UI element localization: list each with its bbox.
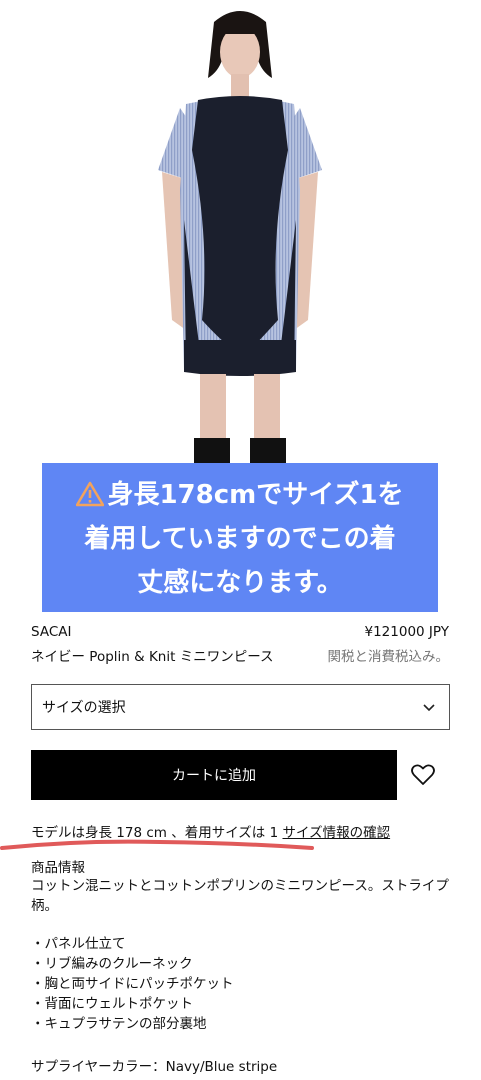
price: ¥121000 JPY (364, 624, 450, 640)
details-title: 商品情報 (31, 860, 85, 876)
warning-icon (76, 481, 105, 507)
tax-note: 関税と消費税込み。 (327, 649, 450, 665)
list-item: ・背面にウェルトポケット (31, 996, 193, 1012)
banner-text-1: 身長178cmでサイズ1を (107, 480, 404, 510)
heart-icon[interactable] (410, 762, 436, 788)
banner-line-1: 身長178cmでサイズ1を (42, 473, 438, 517)
feature-list: ・パネル仕立て ・リブ編みのクルーネック ・胸と両サイドにパッチポケット ・背面… (31, 934, 234, 1034)
size-note-banner: 身長178cmでサイズ1を 着用していますのでこの着 丈感になります。 (42, 463, 438, 612)
banner-line-2: 着用していますのでこの着 (84, 524, 396, 554)
product-description: コットン混ニットとコットンポプリンのミニワンピース。ストライプ柄。 (31, 878, 449, 914)
banner-line-3: 丈感になります。 (137, 568, 343, 598)
list-item: ・リブ編みのクルーネック (31, 956, 193, 972)
size-select-label: サイズの選択 (42, 700, 126, 716)
annotation-underline (0, 839, 314, 850)
size-select[interactable]: サイズの選択 (31, 684, 450, 730)
supplier-color: サプライヤーカラー：Navy/Blue stripe (31, 1059, 278, 1075)
list-item: ・パネル仕立て (31, 936, 126, 952)
list-item: ・キュプラサテンの部分裏地 (31, 1016, 207, 1032)
chevron-down-icon (423, 704, 435, 712)
add-to-cart-button[interactable]: カートに追加 (31, 750, 397, 800)
brand-name[interactable]: SACAI (31, 624, 71, 640)
product-name: ネイビー Poplin & Knit ミニワンピース (31, 649, 274, 665)
list-item: ・胸と両サイドにパッチポケット (31, 976, 234, 992)
